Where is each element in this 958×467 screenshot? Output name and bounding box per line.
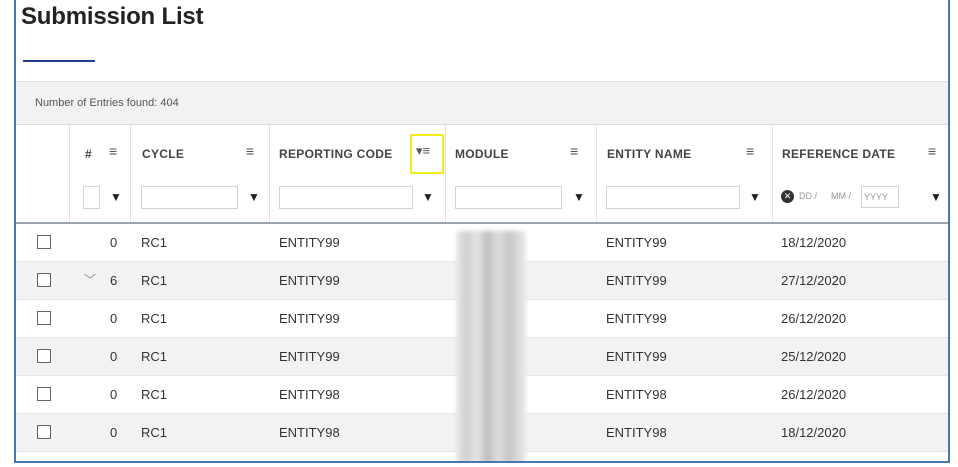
funnel-icon[interactable]: ▼ bbox=[110, 190, 122, 204]
menu-lines-icon[interactable]: ≡ bbox=[570, 143, 578, 159]
num-filter-input[interactable] bbox=[83, 186, 100, 209]
col-header-num: # bbox=[85, 147, 92, 161]
cycle-filter-input[interactable] bbox=[141, 186, 238, 209]
cell-cycle: RC1 bbox=[141, 425, 168, 440]
date-year-field[interactable]: YYYY bbox=[861, 186, 899, 208]
clear-circle-icon[interactable]: ✕ bbox=[781, 190, 794, 203]
menu-lines-icon[interactable]: ≡ bbox=[928, 143, 936, 159]
cell-cycle: RC1 bbox=[141, 387, 168, 402]
cell-num: 0 bbox=[110, 349, 118, 364]
cell-reference-date: 26/12/2020 bbox=[781, 387, 847, 402]
date-month-field[interactable]: MM / bbox=[829, 186, 853, 208]
cell-reference-date: 27/12/2020 bbox=[781, 273, 847, 288]
col-header-cycle: CYCLE bbox=[142, 147, 185, 161]
row-checkbox[interactable] bbox=[37, 387, 51, 401]
redacted-module-column bbox=[456, 231, 526, 461]
cell-entity-name: ENTITY98 bbox=[606, 387, 667, 402]
title-underline bbox=[23, 60, 95, 62]
cell-entity-name: ENTITY99 bbox=[606, 235, 667, 250]
submission-list-panel: Submission List Number of Entries found:… bbox=[14, 0, 950, 463]
entries-count: 404 bbox=[160, 97, 179, 109]
funnel-icon[interactable]: ▼ bbox=[930, 190, 942, 204]
row-checkbox[interactable] bbox=[37, 311, 51, 325]
cell-entity-name: ENTITY99 bbox=[606, 349, 667, 364]
cell-entity-name: ENTITY99 bbox=[606, 273, 667, 288]
entries-count-text: Number of Entries found: 404 bbox=[35, 97, 179, 109]
col-header-module: MODULE bbox=[455, 147, 509, 161]
cell-reporting-code: ENTITY98 bbox=[279, 425, 340, 440]
menu-lines-icon[interactable]: ≡ bbox=[109, 143, 117, 159]
cell-cycle: RC1 bbox=[141, 273, 168, 288]
cell-reporting-code: ENTITY98 bbox=[279, 387, 340, 402]
cell-reporting-code: ENTITY99 bbox=[279, 273, 340, 288]
funnel-icon[interactable]: ▼ bbox=[422, 190, 434, 204]
funnel-icon[interactable]: ▼ bbox=[573, 190, 585, 204]
cell-reporting-code: ENTITY99 bbox=[279, 235, 340, 250]
reference-date-filter[interactable]: ✕ DD / MM / YYYY bbox=[781, 186, 905, 209]
module-filter-input[interactable] bbox=[455, 186, 562, 209]
cell-cycle: RC1 bbox=[141, 235, 168, 250]
cell-reporting-code: ENTITY99 bbox=[279, 311, 340, 326]
cell-reference-date: 26/12/2020 bbox=[781, 311, 847, 326]
row-checkbox[interactable] bbox=[37, 425, 51, 439]
reporting-code-filter-input[interactable] bbox=[279, 186, 413, 209]
cell-num: 6 bbox=[110, 273, 118, 288]
col-header-reference-date: REFERENCE DATE bbox=[782, 147, 896, 161]
menu-lines-icon[interactable]: ≡ bbox=[746, 143, 754, 159]
page-title: Submission List bbox=[21, 3, 204, 30]
cell-reference-date: 25/12/2020 bbox=[781, 349, 847, 364]
entries-bar: Number of Entries found: 404 bbox=[16, 82, 948, 125]
row-checkbox[interactable] bbox=[37, 273, 51, 287]
entries-label: Number of Entries found: bbox=[35, 97, 158, 109]
col-header-reporting-code: REPORTING CODE bbox=[279, 147, 393, 161]
cell-num: 0 bbox=[110, 425, 118, 440]
header-cells: # ≡ ▼ CYCLE ≡ ▼ REPORTING CODE ▾≡ ▼ MODU… bbox=[16, 125, 948, 222]
row-checkbox[interactable] bbox=[37, 235, 51, 249]
cell-cycle: RC1 bbox=[141, 311, 168, 326]
cell-num: 0 bbox=[110, 235, 118, 250]
cell-cycle: RC1 bbox=[141, 349, 168, 364]
date-day-field[interactable]: DD / bbox=[797, 186, 819, 208]
cell-entity-name: ENTITY98 bbox=[606, 425, 667, 440]
sort-menu-icon[interactable]: ▾≡ bbox=[416, 143, 430, 159]
cell-reference-date: 18/12/2020 bbox=[781, 425, 847, 440]
chevron-down-icon[interactable]: ﹀ bbox=[84, 262, 96, 299]
cell-num: 0 bbox=[110, 387, 118, 402]
row-checkbox[interactable] bbox=[37, 349, 51, 363]
cell-num: 0 bbox=[110, 311, 118, 326]
menu-lines-icon[interactable]: ≡ bbox=[246, 143, 254, 159]
funnel-icon[interactable]: ▼ bbox=[749, 190, 761, 204]
entity-name-filter-input[interactable] bbox=[606, 186, 740, 209]
cell-reporting-code: ENTITY99 bbox=[279, 349, 340, 364]
col-header-entity-name: ENTITY NAME bbox=[607, 147, 692, 161]
funnel-icon[interactable]: ▼ bbox=[248, 190, 260, 204]
cell-entity-name: ENTITY99 bbox=[606, 311, 667, 326]
cell-reference-date: 18/12/2020 bbox=[781, 235, 847, 250]
